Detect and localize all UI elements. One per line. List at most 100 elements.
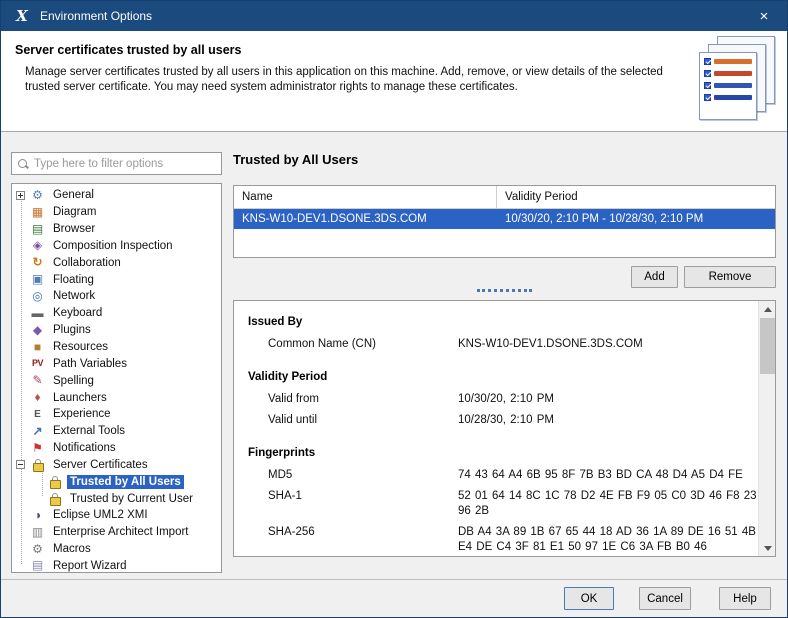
checkbox-icon bbox=[704, 94, 711, 101]
page-title: Server certificates trusted by all users bbox=[15, 43, 242, 57]
md5-fingerprint-value: 74 43 64 A4 6B 95 8F 7B B3 BD CA 48 D4 A… bbox=[458, 468, 776, 483]
tree-item-general[interactable]: General bbox=[12, 187, 221, 204]
detail-label: SHA-256 bbox=[268, 525, 458, 555]
tree-item-browser[interactable]: Browser bbox=[12, 221, 221, 238]
scroll-down-button[interactable] bbox=[759, 540, 776, 556]
table-row[interactable]: KNS-W10-DEV1.DSONE.3DS.COM 10/30/20, 2:1… bbox=[234, 209, 775, 229]
detail-label: MD5 bbox=[268, 468, 458, 483]
splitter-handle[interactable] bbox=[477, 289, 532, 292]
section-heading-issued-by: Issued By bbox=[248, 313, 775, 331]
tree-item-plugins[interactable]: Plugins bbox=[12, 322, 221, 339]
tree-item-eclipse-uml2-xmi[interactable]: Eclipse UML2 XMI bbox=[12, 507, 221, 524]
composition-inspection-icon bbox=[30, 238, 45, 253]
tree-item-composition-inspection[interactable]: Composition Inspection bbox=[12, 238, 221, 255]
tree-item-label: Enterprise Architect Import bbox=[50, 525, 192, 539]
plugins-icon bbox=[30, 323, 45, 338]
tree-item-keyboard[interactable]: Keyboard bbox=[12, 305, 221, 322]
certificate-entry-graphic bbox=[704, 58, 752, 65]
resources-icon bbox=[30, 340, 45, 355]
sha1-fingerprint-value: 52 01 64 14 8C 1C 78 D2 4E FB F9 05 C0 3… bbox=[458, 489, 776, 519]
column-header-name[interactable]: Name bbox=[234, 186, 497, 208]
detail-row: Valid from 10/30/20, 2:10 PM bbox=[248, 392, 775, 407]
tree-item-label: Path Variables bbox=[50, 357, 130, 371]
search-icon bbox=[17, 158, 29, 170]
tree-item-macros[interactable]: Macros bbox=[12, 541, 221, 558]
tree-item-network[interactable]: Network bbox=[12, 288, 221, 305]
collapse-icon[interactable] bbox=[16, 460, 25, 469]
spelling-icon bbox=[30, 373, 45, 388]
expand-icon[interactable] bbox=[16, 191, 25, 200]
close-button[interactable]: × bbox=[741, 1, 787, 31]
common-name-value: KNS-W10-DEV1.DSONE.3DS.COM bbox=[458, 337, 776, 352]
tree-item-trusted-by-all-users[interactable]: Trusted by All Users bbox=[12, 473, 221, 490]
cancel-button[interactable]: Cancel bbox=[639, 587, 691, 610]
tree-item-collaboration[interactable]: Collaboration bbox=[12, 254, 221, 271]
filter-input[interactable] bbox=[34, 158, 221, 170]
tree-item-server-certificates[interactable]: Server Certificates bbox=[12, 457, 221, 474]
tree-item-label: Floating bbox=[50, 273, 97, 287]
app-logo-icon: X bbox=[13, 7, 31, 25]
help-button[interactable]: Help bbox=[719, 587, 771, 610]
detail-label: Common Name (CN) bbox=[268, 337, 458, 352]
description-line: trusted server certificate. You may need… bbox=[25, 80, 665, 95]
certificate-entry-graphic bbox=[704, 82, 752, 89]
sha256-fingerprint-value: DB A4 3A 89 1B 67 65 44 18 AD 36 1A 89 D… bbox=[458, 525, 776, 555]
panel-title: Trusted by All Users bbox=[233, 152, 358, 167]
detail-row: Valid until 10/28/30, 2:10 PM bbox=[248, 413, 775, 428]
tree-item-label: Experience bbox=[50, 407, 114, 421]
tree-item-path-variables[interactable]: Path Variables bbox=[12, 355, 221, 372]
tree-item-external-tools[interactable]: External Tools bbox=[12, 423, 221, 440]
tree-item-label: Macros bbox=[50, 542, 94, 556]
browser-icon bbox=[30, 222, 45, 237]
tree-item-trusted-by-current-user[interactable]: Trusted by Current User bbox=[12, 490, 221, 507]
lock-icon bbox=[47, 491, 62, 506]
lock-icon bbox=[47, 474, 62, 489]
floating-icon bbox=[30, 272, 45, 287]
text-line-graphic bbox=[714, 83, 752, 88]
tree-item-resources[interactable]: Resources bbox=[12, 339, 221, 356]
tree-item-experience[interactable]: Experience bbox=[12, 406, 221, 423]
tree-item-launchers[interactable]: Launchers bbox=[12, 389, 221, 406]
remove-button[interactable]: Remove bbox=[684, 266, 776, 288]
gear-icon bbox=[30, 188, 45, 203]
title-bar[interactable]: X Environment Options × bbox=[1, 1, 787, 31]
tree-item-spelling[interactable]: Spelling bbox=[12, 372, 221, 389]
detail-row: SHA-1 52 01 64 14 8C 1C 78 D2 4E FB F9 0… bbox=[248, 489, 775, 519]
tree-item-label: Notifications bbox=[50, 441, 119, 455]
tree-item-label: Launchers bbox=[50, 391, 110, 405]
path-variables-icon bbox=[30, 356, 45, 371]
detail-row: Common Name (CN) KNS-W10-DEV1.DSONE.3DS.… bbox=[248, 337, 775, 352]
column-header-validity-period[interactable]: Validity Period bbox=[497, 186, 775, 208]
window-title: Environment Options bbox=[40, 9, 152, 23]
lock-icon bbox=[30, 457, 45, 472]
tree-item-diagram[interactable]: Diagram bbox=[12, 204, 221, 221]
scroll-up-button[interactable] bbox=[759, 301, 776, 317]
network-icon bbox=[30, 289, 45, 304]
dialog-header: Server certificates trusted by all users… bbox=[1, 31, 787, 132]
launchers-icon bbox=[30, 390, 45, 405]
tree-item-report-wizard[interactable]: Report Wizard bbox=[12, 558, 221, 573]
tree-item-notifications[interactable]: Notifications bbox=[12, 440, 221, 457]
certificate-page-graphic bbox=[699, 52, 757, 120]
tree-item-label: Server Certificates bbox=[50, 458, 151, 472]
detail-row: SHA-256 DB A4 3A 89 1B 67 65 44 18 AD 36… bbox=[248, 525, 775, 555]
ok-button[interactable]: OK bbox=[564, 587, 614, 610]
text-line-graphic bbox=[714, 95, 752, 100]
external-tools-icon bbox=[30, 424, 45, 439]
tree-item-label: Eclipse UML2 XMI bbox=[50, 508, 151, 522]
tree-item-floating[interactable]: Floating bbox=[12, 271, 221, 288]
checkbox-icon bbox=[704, 82, 711, 89]
certificate-entry-graphic bbox=[704, 70, 752, 77]
add-button[interactable]: Add bbox=[631, 266, 678, 288]
ea-import-icon bbox=[30, 525, 45, 540]
diagram-icon bbox=[30, 205, 45, 220]
section-heading-fingerprints: Fingerprints bbox=[248, 444, 775, 462]
collaboration-icon bbox=[30, 255, 45, 270]
tree-item-enterprise-architect-import[interactable]: Enterprise Architect Import bbox=[12, 524, 221, 541]
tree-item-label: Network bbox=[50, 289, 98, 303]
tree-item-label: Resources bbox=[50, 340, 111, 354]
scrollbar-thumb[interactable] bbox=[760, 318, 775, 374]
experience-icon bbox=[30, 407, 45, 422]
tree-item-label: General bbox=[50, 188, 97, 202]
vertical-scrollbar[interactable] bbox=[758, 301, 775, 556]
